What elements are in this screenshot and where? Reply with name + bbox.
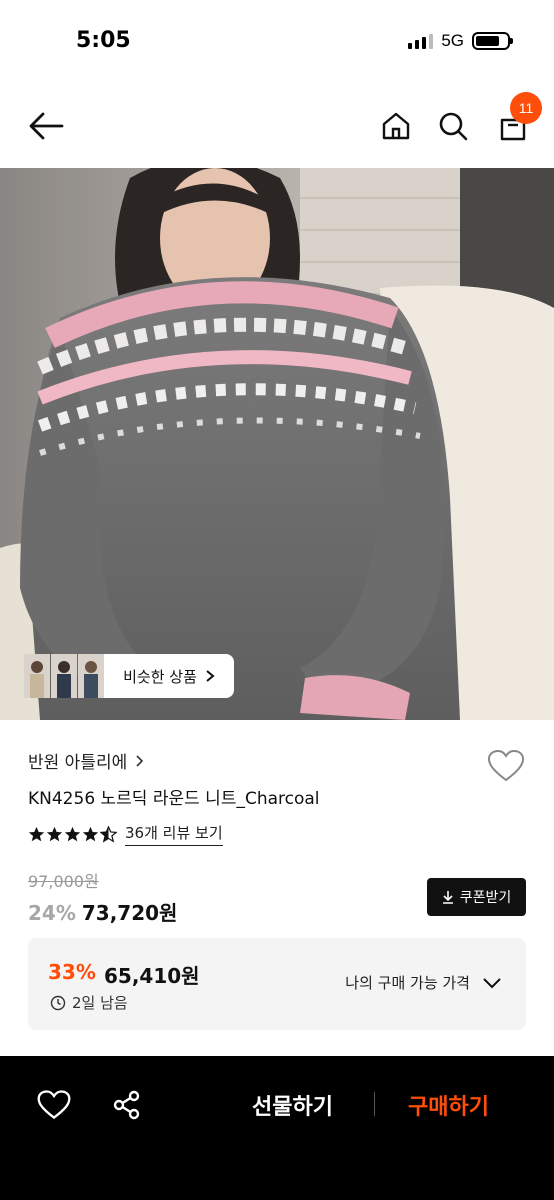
time-left: 2일 남음	[72, 994, 128, 1012]
similar-thumb	[24, 654, 50, 698]
cart-count-badge: 11	[510, 92, 542, 124]
status-time: 5:05	[76, 28, 131, 53]
clock-icon	[50, 995, 66, 1010]
top-nav	[0, 84, 554, 168]
similar-products-thumbnails[interactable]	[24, 654, 104, 698]
similar-thumb	[51, 654, 77, 698]
heart-icon	[487, 749, 525, 782]
star-icon	[82, 826, 99, 841]
brand-name: 반원 아틀리에	[28, 753, 128, 773]
back-button[interactable]	[26, 106, 66, 146]
home-icon	[382, 112, 410, 140]
arrow-left-icon	[29, 112, 64, 140]
original-price: 97,000원	[28, 872, 99, 891]
gift-button[interactable]: 선물하기	[252, 1089, 333, 1121]
star-icon	[64, 826, 81, 841]
rating-row: 36개 리뷰 보기	[28, 822, 223, 846]
half-star-icon	[100, 825, 117, 843]
search-button[interactable]	[433, 106, 473, 146]
coupon-button[interactable]: 쿠폰받기	[427, 878, 526, 916]
share-icon	[113, 1090, 140, 1120]
sale-price: 73,720원	[81, 901, 178, 925]
product-image[interactable]: 비슷한 상품	[0, 168, 554, 720]
star-icon	[28, 826, 45, 841]
coupon-label: 쿠폰받기	[459, 890, 512, 906]
my-price-box[interactable]: 33% 65,410원 2일 남음 나의 구매 가능 가격	[28, 938, 526, 1030]
heart-icon	[37, 1090, 71, 1120]
search-icon	[439, 112, 468, 141]
my-price-toggle[interactable]: 나의 구매 가능 가격	[345, 972, 502, 993]
share-button[interactable]	[110, 1088, 144, 1122]
product-photo	[0, 168, 554, 720]
similar-thumb	[78, 654, 104, 698]
chevron-down-icon	[483, 977, 501, 988]
rating-stars	[28, 825, 117, 843]
star-icon	[46, 826, 63, 841]
battery-icon	[472, 32, 513, 50]
timer-row: 2일 남음	[50, 992, 128, 1013]
chevron-right-icon	[206, 670, 215, 682]
home-button[interactable]	[376, 106, 416, 146]
product-name: KN4256 노르딕 라운드 니트_Charcoal	[28, 789, 320, 809]
divider	[374, 1092, 375, 1116]
my-discount-rate: 33%	[48, 960, 96, 984]
chevron-right-icon	[136, 754, 144, 767]
status-bar: 5:05 5G	[0, 0, 554, 84]
similar-products-label: 비슷한 상품	[123, 667, 197, 686]
signal-icon	[408, 33, 434, 49]
review-link[interactable]: 36개 리뷰 보기	[125, 822, 223, 846]
wishlist-button[interactable]	[486, 748, 526, 784]
brand-link[interactable]: 반원 아틀리에	[28, 748, 144, 773]
discount-rate: 24%	[28, 901, 76, 925]
bottom-action-bar: 선물하기 구매하기	[0, 1056, 554, 1200]
buy-button[interactable]: 구매하기	[408, 1089, 489, 1121]
similar-products-button[interactable]: 비슷한 상품	[104, 654, 234, 698]
my-price-label: 나의 구매 가능 가격	[345, 974, 470, 992]
price-row: 24% 73,720원	[28, 897, 177, 926]
download-icon	[442, 891, 453, 904]
network-label: 5G	[441, 31, 464, 50]
bottom-wishlist-button[interactable]	[36, 1088, 72, 1122]
my-price: 65,410원	[104, 964, 200, 988]
status-indicators: 5G	[408, 31, 513, 51]
